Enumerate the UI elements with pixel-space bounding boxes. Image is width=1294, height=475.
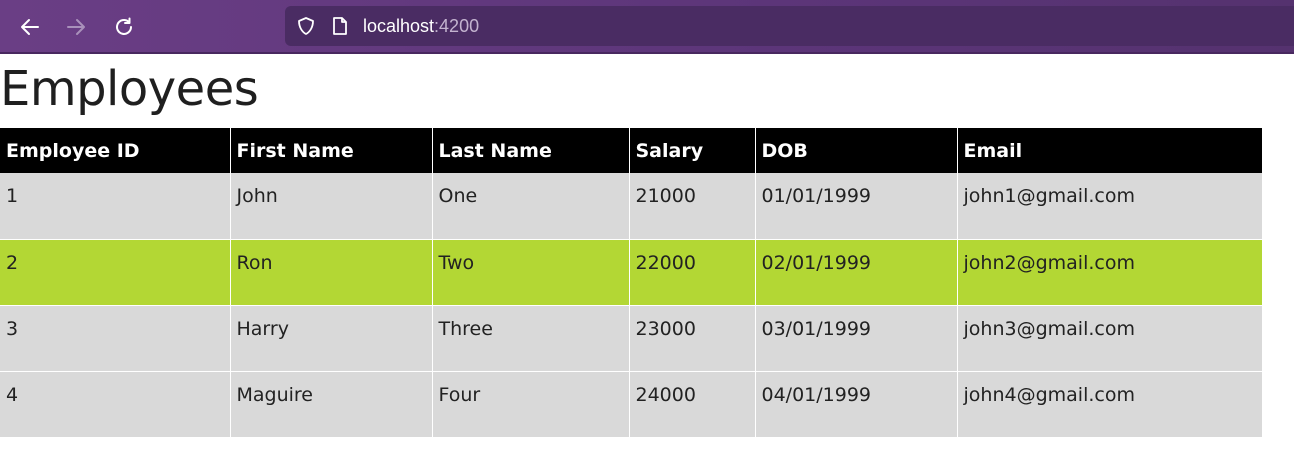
cell-employee-id: 2 (0, 239, 231, 306)
cell-first-name: Harry (230, 305, 433, 372)
table-row[interactable]: 1 John One 21000 01/01/1999 john1@gmail.… (0, 173, 1262, 240)
url-host: localhost (363, 15, 435, 36)
page-title: Employees (0, 61, 259, 117)
cell-salary: 22000 (629, 239, 756, 306)
cell-email: john4@gmail.com (957, 371, 1262, 438)
column-header-employee-id: Employee ID (0, 128, 231, 173)
page-icon (329, 15, 351, 37)
cell-last-name: Two (432, 239, 630, 306)
employees-table: Employee ID First Name Last Name Salary … (0, 128, 1262, 438)
column-header-dob: DOB (755, 128, 958, 173)
table-header-row: Employee ID First Name Last Name Salary … (0, 128, 1262, 173)
column-header-salary: Salary (629, 128, 756, 173)
cell-first-name: Maguire (230, 371, 433, 438)
cell-email: john1@gmail.com (957, 173, 1262, 240)
reload-icon (113, 16, 135, 38)
arrow-right-icon (65, 16, 87, 38)
cell-dob: 04/01/1999 (755, 371, 958, 438)
cell-email: john2@gmail.com (957, 239, 1262, 306)
forward-button[interactable] (62, 13, 90, 41)
cell-salary: 23000 (629, 305, 756, 372)
address-bar[interactable]: localhost:4200 (285, 6, 1294, 46)
cell-employee-id: 4 (0, 371, 231, 438)
cell-last-name: Three (432, 305, 630, 372)
table-row-selected[interactable]: 2 Ron Two 22000 02/01/1999 john2@gmail.c… (0, 239, 1262, 306)
back-button[interactable] (16, 13, 44, 41)
table-row[interactable]: 4 Maguire Four 24000 04/01/1999 john4@gm… (0, 371, 1262, 438)
cell-first-name: Ron (230, 239, 433, 306)
shield-icon[interactable] (295, 15, 317, 37)
cell-employee-id: 1 (0, 173, 231, 240)
cell-employee-id: 3 (0, 305, 231, 372)
cell-dob: 03/01/1999 (755, 305, 958, 372)
cell-last-name: Four (432, 371, 630, 438)
cell-dob: 02/01/1999 (755, 239, 958, 306)
url-text[interactable]: localhost:4200 (363, 16, 479, 37)
arrow-left-icon (19, 16, 41, 38)
cell-dob: 01/01/1999 (755, 173, 958, 240)
cell-salary: 21000 (629, 173, 756, 240)
column-header-email: Email (957, 128, 1262, 173)
column-header-last-name: Last Name (432, 128, 630, 173)
cell-last-name: One (432, 173, 630, 240)
browser-toolbar: localhost:4200 (0, 0, 1294, 54)
column-header-first-name: First Name (230, 128, 433, 173)
reload-button[interactable] (110, 13, 138, 41)
cell-email: john3@gmail.com (957, 305, 1262, 372)
table-row[interactable]: 3 Harry Three 23000 03/01/1999 john3@gma… (0, 305, 1262, 372)
url-port: :4200 (434, 15, 480, 36)
cell-salary: 24000 (629, 371, 756, 438)
cell-first-name: John (230, 173, 433, 240)
